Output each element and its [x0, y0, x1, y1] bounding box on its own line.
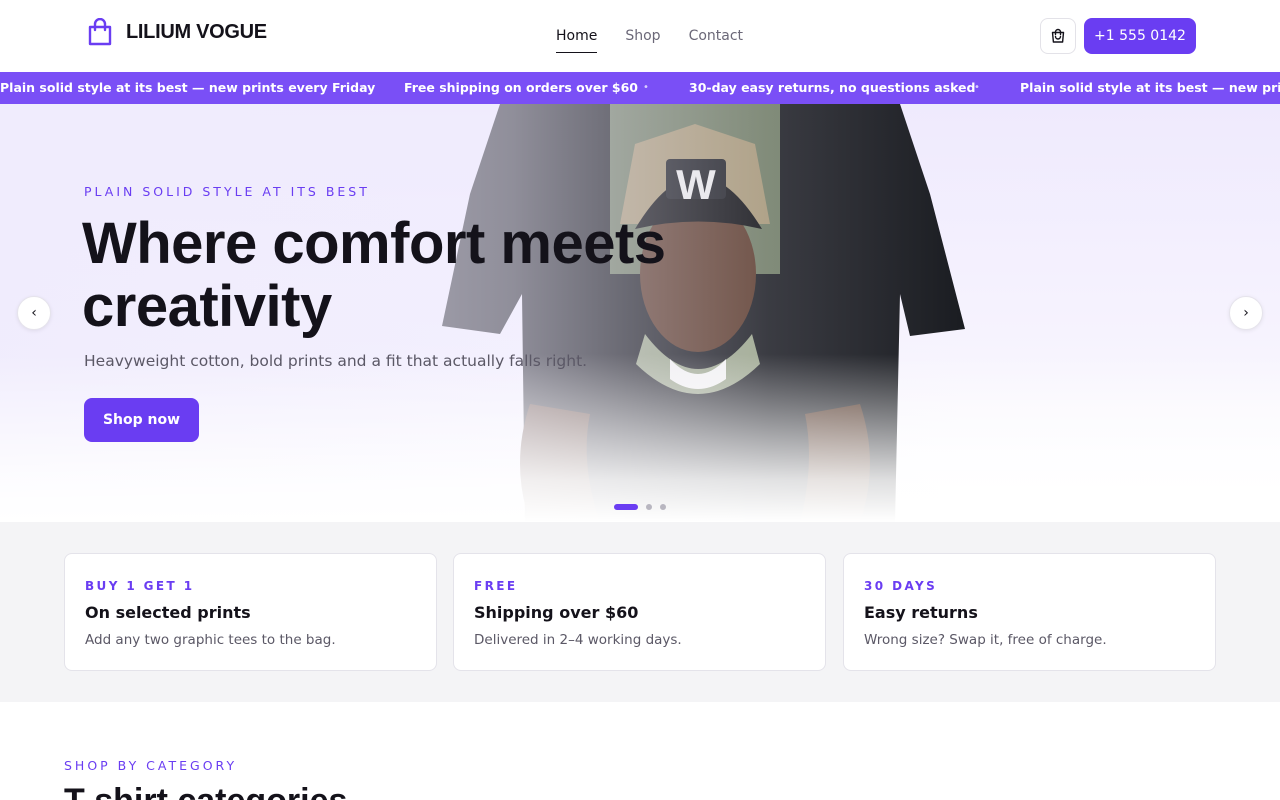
feature-kicker: FREE [474, 579, 518, 593]
ticker-item: Plain solid style at its best — new prin… [0, 80, 376, 95]
feature-desc: Add any two graphic tees to the bag. [85, 632, 336, 648]
announcement-ticker: Plain solid style at its best — new prin… [0, 72, 1280, 104]
ticker-item: 30-day easy returns, no questions asked [689, 80, 976, 95]
carousel-dot[interactable] [660, 504, 666, 510]
cart-button[interactable] [1040, 18, 1076, 54]
feature-title: On selected prints [85, 603, 251, 622]
chevron-right-icon: › [1243, 305, 1249, 321]
hero-carousel: W PLAIN SOLID STYLE AT ITS BEST Where co… [0, 104, 1280, 522]
feature-kicker: BUY 1 GET 1 [85, 579, 195, 593]
ticker-separator: • [643, 82, 649, 93]
nav-link-contact[interactable]: Contact [689, 26, 743, 53]
ticker-item: Plain solid style at its best — new prin… [1020, 80, 1280, 95]
carousel-prev-button[interactable]: ‹ [17, 296, 51, 330]
ticker-item: Free shipping on orders over $60 [404, 80, 639, 95]
site-header: LILIUM VOGUE Home Shop Contact +1 555 01… [0, 0, 1280, 72]
shopping-bag-icon [88, 18, 112, 46]
brand-logo[interactable]: LILIUM VOGUE [86, 18, 267, 46]
nav-link-shop[interactable]: Shop [625, 26, 660, 53]
hero-title: Where comfort meets creativity [82, 211, 666, 339]
feature-card: FREE Shipping over $60 Delivered in 2–4 … [453, 553, 826, 671]
nav-link-home[interactable]: Home [556, 26, 598, 53]
features-strip: BUY 1 GET 1 On selected prints Add any t… [0, 522, 1280, 702]
category-kicker: SHOP BY CATEGORY [64, 758, 238, 773]
cart-icon [1051, 28, 1065, 43]
chevron-left-icon: ‹ [31, 305, 37, 321]
feature-desc: Delivered in 2–4 working days. [474, 632, 682, 648]
feature-title: Easy returns [864, 603, 978, 622]
carousel-dots [614, 504, 666, 510]
brand-name: LILIUM VOGUE [126, 20, 267, 43]
feature-kicker: 30 DAYS [864, 579, 938, 593]
ticker-separator: • [974, 82, 980, 93]
feature-card: 30 DAYS Easy returns Wrong size? Swap it… [843, 553, 1216, 671]
carousel-dot[interactable] [646, 504, 652, 510]
feature-card: BUY 1 GET 1 On selected prints Add any t… [64, 553, 437, 671]
main-nav: Home Shop Contact [556, 26, 743, 53]
ticker-separator: • [359, 82, 365, 93]
carousel-dot[interactable] [614, 504, 638, 510]
shop-now-button[interactable]: Shop now [84, 398, 199, 442]
feature-title: Shipping over $60 [474, 603, 639, 622]
phone-button[interactable]: +1 555 0142 [1084, 18, 1196, 54]
carousel-next-button[interactable]: › [1229, 296, 1263, 330]
feature-desc: Wrong size? Swap it, free of charge. [864, 632, 1107, 648]
hero-subtitle: Heavyweight cotton, bold prints and a fi… [84, 352, 588, 370]
hero-kicker: PLAIN SOLID STYLE AT ITS BEST [84, 184, 370, 199]
category-title: T-shirt categories [64, 782, 347, 800]
